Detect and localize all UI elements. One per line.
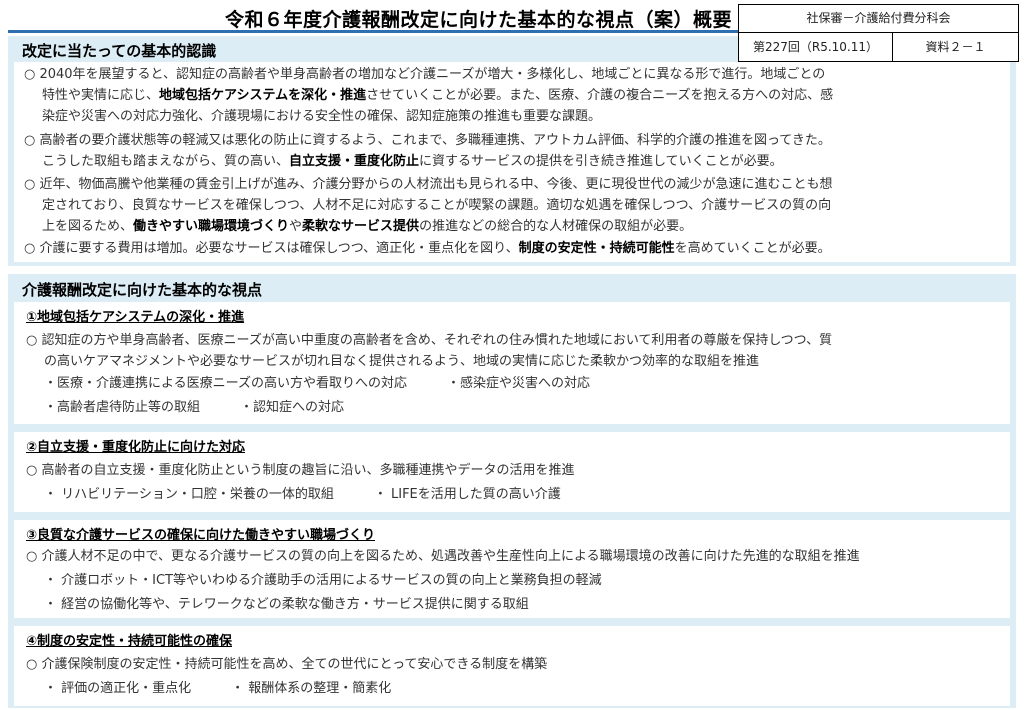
sub-item: ・ 報酬体系の整理・簡素化 <box>231 681 392 696</box>
sub-item: ・ リハビリテーション・口腔・栄養の一体的取組 <box>44 487 334 502</box>
document-meta-box: 社保審－介護給付費分科会 第227回（R5.10.11） 資料２－１ <box>738 4 1019 62</box>
section-header: 介護報酬改定に向けた基本的な視点 <box>22 281 263 299</box>
sub-item-row: ・ 評価の適正化・重点化 ・ 報酬体系の整理・簡素化 <box>44 678 391 699</box>
viewpoint-card-1: ①地域包括ケアシステムの深化・推進 ○ 認知症の方や単身高齢者、医療ニーズが高い… <box>14 302 1010 424</box>
basic-viewpoints-section: 介護報酬改定に向けた基本的な視点 ①地域包括ケアシステムの深化・推進 ○ 認知症… <box>8 274 1016 708</box>
text: させていくことが必要。また、医療、介護の複合ニーズを抱える方への対応、感 <box>366 88 834 103</box>
basic-recognition-section: 改定に当たっての基本的認識 ○ 2040年を展望すると、認知症の高齢者や単身高齢… <box>8 36 1016 266</box>
sub-item: ・感染症や災害への対応 <box>446 376 590 391</box>
sub-item: ・医療・介護連携による医療ニーズの高い方や看取りへの対応 <box>44 376 407 391</box>
sub-item: ・認知症への対応 <box>240 400 345 415</box>
session-label: 第227回（R5.10.11） <box>739 33 893 61</box>
text: ○ 介護に要する費用は増加。必要なサービスは確保しつつ、適正化・重点化を図り、 <box>24 241 519 256</box>
paragraph-3: ○ 近年、物価高騰や他業種の賃金引上げが進み、介護分野からの人材流出も見られる中… <box>24 174 832 237</box>
para-line: ○ 高齢者の要介護状態等の軽減又は悪化の防止に資するよう、これまで、多職種連携、… <box>24 130 831 151</box>
sub-item-row: ・医療・介護連携による医療ニーズの高い方や看取りへの対応 ・感染症や災害への対応 <box>44 373 590 394</box>
card-title: ③良質な介護サービスの確保に向けた働きやすい職場づくり <box>26 528 376 543</box>
text: 上を図るため、 <box>42 219 134 234</box>
text: 定されており、良質なサービスを確保しつつ、人材不足に対応することが喫緊の課題。適… <box>42 198 832 213</box>
para-line: ○ 介護に要する費用は増加。必要なサービスは確保しつつ、適正化・重点化を図り、制… <box>24 238 831 259</box>
card-text: ○ 介護人材不足の中で、更なる介護サービスの質の向上を図るため、処遇改善や生産性… <box>26 549 860 564</box>
sub-item: ・ LIFEを活用した質の高い介護 <box>373 487 561 502</box>
text: に資するサービスの提供を引き続き推進していくことが必要。 <box>419 154 783 169</box>
card-text: ○ 高齢者の自立支援・重度化防止という制度の趣旨に沿い、多職種連携やデータの活用… <box>26 463 575 478</box>
sub-item-row: ・ 介護ロボット・ICT等やいわゆる介護助手の活用によるサービスの質の向上と業務… <box>44 570 602 591</box>
card-title: ①地域包括ケアシステムの深化・推進 <box>26 310 245 325</box>
text: ○ 2040年を展望すると、認知症の高齢者や単身高齢者の増加など介護ニーズが増大… <box>24 67 826 82</box>
text: を高めていくことが必要。 <box>674 241 831 256</box>
para-line: 特性や実情に応じ、地域包括ケアシステムを深化・推進させていくことが必要。また、医… <box>24 85 833 106</box>
committee-label: 社保審－介護給付費分科会 <box>739 5 1018 33</box>
text: ○ 高齢者の要介護状態等の軽減又は悪化の防止に資するよう、これまで、多職種連携、… <box>24 133 831 148</box>
section-body: ○ 2040年を展望すると、認知症の高齢者や単身高齢者の増加など介護ニーズが増大… <box>14 62 1010 262</box>
viewpoint-card-4: ④制度の安定性・持続可能性の確保 ○ 介護保険制度の安定性・持続可能性を高め、全… <box>14 626 1010 706</box>
text: こうした取組も踏まえながら、質の高い、 <box>42 154 290 169</box>
section-header: 改定に当たっての基本的認識 <box>22 42 217 60</box>
para-line: ○ 2040年を展望すると、認知症の高齢者や単身高齢者の増加など介護ニーズが増大… <box>24 64 833 85</box>
emphasis-text: 働きやすい職場環境づくり <box>133 219 290 234</box>
card-text: ○ 認知症の方や単身高齢者、医療ニーズが高い中重度の高齢者を含め、それぞれの住み… <box>26 333 833 348</box>
emphasis-text: 柔軟なサービス提供 <box>302 219 420 234</box>
sub-item: ・高齢者虐待防止等の取組 <box>44 400 201 415</box>
card-title: ②自立支援・重度化防止に向けた対応 <box>26 440 246 455</box>
sub-item-row: ・ リハビリテーション・口腔・栄養の一体的取組 ・ LIFEを活用した質の高い介護 <box>44 484 561 505</box>
viewpoint-card-2: ②自立支援・重度化防止に向けた対応 ○ 高齢者の自立支援・重度化防止という制度の… <box>14 432 1010 512</box>
document-number: 資料２－１ <box>925 40 986 54</box>
text: 特性や実情に応じ、 <box>42 88 160 103</box>
text: 染症や災害への対応力強化、介護現場における安全性の確保、認知症施策の推進も重要な… <box>42 109 602 124</box>
page-title: 令和６年度介護報酬改定に向けた基本的な視点（案）概要 <box>225 9 733 31</box>
sub-item-row: ・高齢者虐待防止等の取組 ・認知症への対応 <box>44 397 344 418</box>
emphasis-text: 地域包括ケアシステムを深化・推進 <box>159 88 367 103</box>
sub-item: ・ 評価の適正化・重点化 <box>44 681 192 696</box>
para-line: ○ 近年、物価高騰や他業種の賃金引上げが進み、介護分野からの人材流出も見られる中… <box>24 174 832 195</box>
text: ○ 近年、物価高騰や他業種の賃金引上げが進み、介護分野からの人材流出も見られる中… <box>24 177 833 192</box>
sub-item-row: ・ 経営の協働化等や、テレワークなどの柔軟な働き方・サービス提供に関する取組 <box>44 594 529 615</box>
emphasis-text: 自立支援・重度化防止 <box>289 154 420 169</box>
card-text: ○ 介護保険制度の安定性・持続可能性を高め、全ての世代にとって安心できる制度を構… <box>26 657 548 672</box>
para-line: 定されており、良質なサービスを確保しつつ、人材不足に対応することが喫緊の課題。適… <box>24 195 832 216</box>
sub-item: ・ 経営の協働化等や、テレワークなどの柔軟な働き方・サービス提供に関する取組 <box>44 597 529 612</box>
para-line: こうした取組も踏まえながら、質の高い、自立支援・重度化防止に資するサービスの提供… <box>24 151 831 172</box>
para-line: 染症や災害への対応力強化、介護現場における安全性の確保、認知症施策の推進も重要な… <box>24 106 833 127</box>
card-text: の高いケアマネジメントや必要なサービスが切れ目なく提供されるよう、地域の実情に応… <box>44 354 760 369</box>
viewpoint-card-3: ③良質な介護サービスの確保に向けた働きやすい職場づくり ○ 介護人材不足の中で、… <box>14 520 1010 618</box>
paragraph-4: ○ 介護に要する費用は増加。必要なサービスは確保しつつ、適正化・重点化を図り、制… <box>24 238 831 259</box>
text: や <box>289 219 303 234</box>
card-title: ④制度の安定性・持続可能性の確保 <box>26 634 233 649</box>
paragraph-2: ○ 高齢者の要介護状態等の軽減又は悪化の防止に資するよう、これまで、多職種連携、… <box>24 130 831 172</box>
text: の推進などの総合的な人材確保の取組が必要。 <box>419 219 693 234</box>
paragraph-1: ○ 2040年を展望すると、認知症の高齢者や単身高齢者の増加など介護ニーズが増大… <box>24 64 833 127</box>
sub-item: ・ 介護ロボット・ICT等やいわゆる介護助手の活用によるサービスの質の向上と業務… <box>44 573 602 588</box>
para-line: 上を図るため、働きやすい職場環境づくりや柔軟なサービス提供の推進などの総合的な人… <box>24 216 832 237</box>
emphasis-text: 制度の安定性・持続可能性 <box>518 241 675 256</box>
